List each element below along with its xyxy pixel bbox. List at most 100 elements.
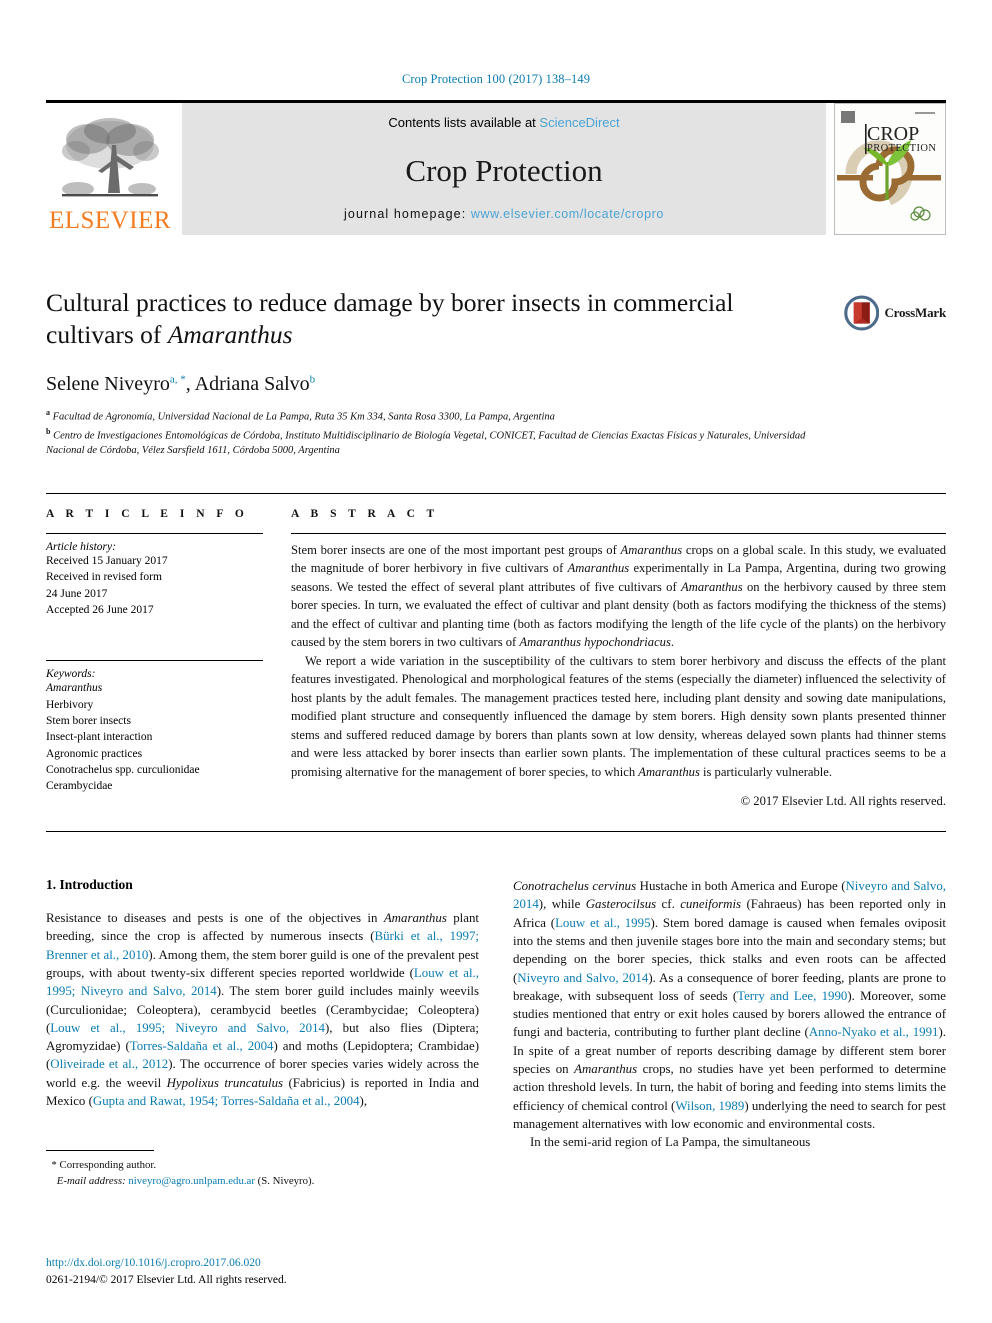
running-head: Crop Protection 100 (2017) 138–149 xyxy=(401,72,591,86)
email-line: E-mail address: niveyro@agro.unlpam.edu.… xyxy=(46,1174,479,1190)
abstract-body: Stem borer insects are one of the most i… xyxy=(291,541,946,811)
corresponding-marker: * xyxy=(51,1159,57,1172)
abs-p2-a: We report a wide variation in the suscep… xyxy=(291,653,946,779)
keyword-item: Agronomic practices xyxy=(46,747,143,760)
author-marks-2: b xyxy=(309,373,316,386)
abs-p1-i3: Amaranthus xyxy=(681,579,743,594)
article-info-heading: A R T I C L E I N F O xyxy=(46,507,249,520)
history-item: Received in revised form xyxy=(46,571,162,584)
intro-right-part-12[interactable]: Terry and Lee, 1990 xyxy=(737,989,847,1003)
intro-right-part-4: Gasterocilsus xyxy=(585,897,657,912)
crossmark-icon xyxy=(844,295,880,331)
crossmark-badge[interactable]: CrossMark xyxy=(844,291,946,335)
crossmark-label: CrossMark xyxy=(884,305,946,320)
intro-right-part-14[interactable]: Anno-Nyako et al., 1991 xyxy=(809,1025,939,1039)
title-text-main: Cultural practices to reduce damage by b… xyxy=(46,288,734,350)
keyword-item: Cerambycidae xyxy=(46,780,113,793)
article-info-column: A R T I C L E I N F O Article history: R… xyxy=(46,508,291,811)
section-heading-introduction: 1. Introduction xyxy=(46,876,133,892)
intro-right-part-5: cf. xyxy=(656,897,681,912)
email-label: E-mail address: xyxy=(56,1175,126,1188)
intro-paragraph-right: Conotrachelus cervinus Hustache in both … xyxy=(513,877,946,1133)
intro-left-part-11[interactable]: Oliveirade et al., 2012 xyxy=(50,1057,168,1071)
journal-masthead: ELSEVIER Contents lists available at Sci… xyxy=(46,100,946,235)
affiliation-mark-b: b xyxy=(46,426,51,436)
intro-left-part-16: ), xyxy=(359,1094,368,1109)
journal-cover-thumbnail: CROP PROTECTION xyxy=(834,103,946,235)
elsevier-wordmark: ELSEVIER xyxy=(48,207,172,234)
svg-text:CROP: CROP xyxy=(867,123,919,145)
elsevier-logo: ELSEVIER xyxy=(46,103,174,235)
keywords-list: Amaranthus Herbivory Stem borer insects … xyxy=(46,680,263,794)
email-suffix: (S. Niveyro). xyxy=(257,1175,315,1188)
affiliation-a: a Facultad de Agronomía, Universidad Nac… xyxy=(46,407,826,425)
footer-doi-block: http://dx.doi.org/10.1016/j.cropro.2017.… xyxy=(46,1255,287,1290)
elsevier-tree-icon xyxy=(62,118,159,197)
abs-p1-a: Stem borer insects are one of the most i… xyxy=(291,542,621,557)
intro-right-part-0: Conotrachelus cervinus xyxy=(513,878,637,893)
intro-paragraph-left: Resistance to diseases and pests is one … xyxy=(46,909,479,1110)
abstract-column: A B S T R A C T Stem borer insects are o… xyxy=(291,508,946,811)
footnote-divider xyxy=(46,1150,154,1152)
intro-paragraph-right-2: In the semi-arid region of La Pampa, the… xyxy=(530,1135,811,1150)
author-list: Selene Niveyroa, *, Adriana Salvob xyxy=(46,373,316,396)
footnote-block: * Corresponding author. E-mail address: … xyxy=(46,1150,479,1189)
journal-title: Crop Protection xyxy=(405,153,603,188)
homepage-prefix: journal homepage: xyxy=(344,207,467,221)
keywords-rule xyxy=(46,660,263,662)
title-text-italic: Amaranthus xyxy=(167,320,293,350)
keyword-item: Stem borer insects xyxy=(46,714,131,727)
intro-left-part-1: Amaranthus xyxy=(383,910,447,925)
journal-homepage-line: journal homepage: www.elsevier.com/locat… xyxy=(344,207,664,221)
abstract-paragraph-1: Stem borer insects are one of the most i… xyxy=(291,541,946,652)
keywords-block: Keywords: Amaranthus Herbivory Stem bore… xyxy=(46,660,263,794)
doi-link[interactable]: http://dx.doi.org/10.1016/j.cropro.2017.… xyxy=(46,1255,287,1272)
abs-p2-i1: Amaranthus xyxy=(638,764,700,779)
intro-left-part-9[interactable]: Torres-Saldaña et al., 2004 xyxy=(130,1039,274,1053)
abstract-copyright: © 2017 Elsevier Ltd. All rights reserved… xyxy=(740,794,946,809)
cover-artwork-icon: CROP PROTECTION xyxy=(835,104,943,234)
abs-p1-i1: Amaranthus xyxy=(620,542,683,557)
keyword-item: Conotrachelus spp. curculionidae xyxy=(46,763,200,776)
intro-left-part-7[interactable]: Louw et al., 1995; Niveyro and Salvo, 20… xyxy=(50,1021,325,1035)
journal-banner: Contents lists available at ScienceDirec… xyxy=(182,103,826,235)
sciencedirect-link[interactable]: ScienceDirect xyxy=(539,115,619,130)
abstract-rule xyxy=(291,532,946,534)
abs-p1-e: . xyxy=(670,635,675,650)
corresponding-line: * Corresponding author. xyxy=(46,1158,479,1174)
author-marks-1: a, * xyxy=(169,373,186,386)
abstract-paragraph-2: We report a wide variation in the suscep… xyxy=(291,652,946,782)
email-link[interactable]: niveyro@agro.unlpam.edu.ar xyxy=(128,1175,255,1187)
body-column-right: Conotrachelus cervinus Hustache in both … xyxy=(513,877,946,1190)
intro-right-part-1: Hustache in both America and Europe ( xyxy=(636,878,846,893)
issn-copyright-line: 0261-2194/© 2017 Elsevier Ltd. All right… xyxy=(46,1273,287,1286)
corresponding-label: Corresponding author. xyxy=(59,1159,157,1172)
intro-left-part-0: Resistance to diseases and pests is one … xyxy=(46,910,384,925)
body-columns: 1. Introduction Resistance to diseases a… xyxy=(46,877,946,1190)
history-item: Received 15 January 2017 xyxy=(46,554,168,567)
intro-right-part-10[interactable]: Niveyro and Salvo, 2014 xyxy=(517,971,648,985)
svg-text:PROTECTION: PROTECTION xyxy=(867,143,936,154)
affiliation-list: a Facultad de Agronomía, Universidad Nac… xyxy=(46,407,826,459)
title-block: Cultural practices to reduce damage by b… xyxy=(46,287,946,459)
author-name-1: Selene Niveyro xyxy=(46,373,170,396)
page-title: Cultural practices to reduce damage by b… xyxy=(46,287,826,351)
keyword-item: Insect-plant interaction xyxy=(46,731,153,744)
info-abstract-section: A R T I C L E I N F O Article history: R… xyxy=(46,492,946,811)
keyword-item: Herbivory xyxy=(46,698,94,711)
article-info-rule xyxy=(46,532,263,534)
article-history-list: Received 15 January 2017 Received in rev… xyxy=(46,553,263,618)
intro-right-part-16: Amaranthus xyxy=(574,1062,638,1077)
history-item: Accepted 26 June 2017 xyxy=(46,603,154,616)
intro-left-part-15[interactable]: Gupta and Rawat, 1954; Torres-Saldaña et… xyxy=(93,1094,360,1108)
affiliation-mark-a: a xyxy=(46,408,50,418)
abstract-bottom-rule xyxy=(46,830,946,832)
keywords-label: Keywords: xyxy=(46,668,96,681)
intro-right-part-18[interactable]: Wilson, 1989 xyxy=(675,1099,744,1113)
intro-right-part-6: cuneiformis xyxy=(680,897,742,912)
homepage-url-link[interactable]: www.elsevier.com/locate/cropro xyxy=(471,207,664,221)
abs-p1-i2: Amaranthus xyxy=(567,561,630,576)
article-page: Crop Protection 100 (2017) 138–149 ELSEV… xyxy=(0,0,992,1323)
intro-right-part-8[interactable]: Louw et al., 1995 xyxy=(555,916,650,930)
abs-p1-i4: Amaranthus hypochondriacus xyxy=(519,635,671,650)
